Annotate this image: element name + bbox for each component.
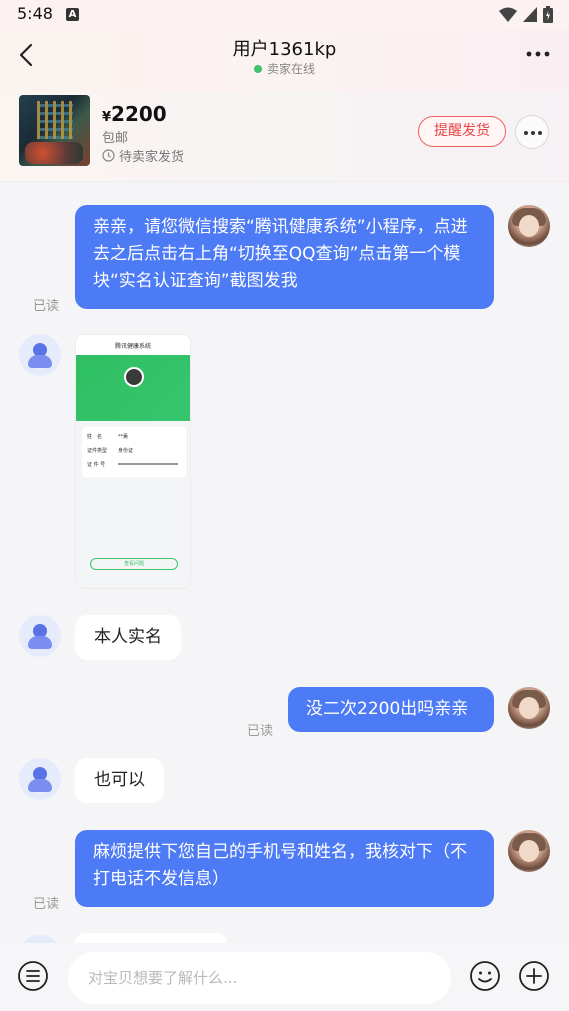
composer-bar <box>0 943 569 1011</box>
clock-icon <box>102 149 115 162</box>
read-receipt: 已读 <box>33 299 60 314</box>
menu-icon[interactable] <box>17 960 49 992</box>
message-input[interactable] <box>68 952 451 1004</box>
seller-avatar[interactable] <box>19 935 61 943</box>
message-bubble-incoming[interactable]: 也可以 <box>75 758 164 803</box>
more-options-icon[interactable] <box>525 44 551 64</box>
message-bubble-outgoing[interactable]: 麻烦提供下您自己的手机号和姓名，我核对下（不打电话不发信息） <box>75 830 494 907</box>
image-field-label: 姓 名 <box>87 434 103 440</box>
message-bubble-incoming[interactable] <box>75 933 227 943</box>
image-button: 查看问题 <box>90 558 178 570</box>
status-time: 5:48 <box>17 4 53 23</box>
message-list[interactable]: 亲亲，请您微信搜索“腾讯健康系统”小程序，点进去之后点击右上角“切换至QQ查询”… <box>0 183 569 943</box>
online-status: 卖家在线 <box>0 60 569 77</box>
message-bubble-outgoing[interactable]: 没二次2200出吗亲亲 <box>288 687 494 732</box>
seller-avatar[interactable] <box>19 615 61 657</box>
seller-avatar[interactable] <box>19 334 61 376</box>
read-receipt: 已读 <box>247 724 274 739</box>
my-avatar[interactable] <box>508 830 550 872</box>
read-receipt: 已读 <box>33 897 60 912</box>
message-bubble-outgoing[interactable]: 亲亲，请您微信搜索“腾讯健康系统”小程序，点进去之后点击右上角“切换至QQ查询”… <box>75 205 494 309</box>
order-status: 待卖家发货 <box>102 146 184 165</box>
image-field-label: 证 件 号 <box>87 462 106 468</box>
seller-avatar[interactable] <box>19 758 61 800</box>
my-avatar[interactable] <box>508 687 550 729</box>
online-status-label: 卖家在线 <box>266 62 315 76</box>
online-dot <box>253 64 262 73</box>
price-value: 2200 <box>111 102 167 126</box>
product-card[interactable]: ¥2200 包邮 待卖家发货 提醒发货 <box>0 92 569 182</box>
product-thumbnail[interactable] <box>19 95 90 166</box>
product-more-button[interactable] <box>515 115 549 149</box>
order-status-label: 待卖家发货 <box>119 150 185 165</box>
product-price: ¥2200 <box>102 102 167 126</box>
notification-badge: A <box>66 8 79 21</box>
currency-symbol: ¥ <box>102 110 112 125</box>
message-bubble-incoming[interactable]: 本人实名 <box>75 615 181 660</box>
shipping-label: 包邮 <box>102 131 129 146</box>
battery-icon <box>543 6 553 23</box>
image-title: 腾讯健康系统 <box>76 335 190 355</box>
plus-icon[interactable] <box>518 960 550 992</box>
wifi-icon <box>499 7 517 22</box>
page-title: 用户1361kp <box>232 39 337 60</box>
image-field-value: **薰 <box>118 434 129 440</box>
status-bar: 5:48 A <box>0 0 569 30</box>
image-field-value: 身份证 <box>118 448 134 454</box>
signal-icon <box>523 6 537 22</box>
emoji-icon[interactable] <box>469 960 501 992</box>
chat-header: 用户1361kp 卖家在线 <box>0 30 569 92</box>
remind-ship-button[interactable]: 提醒发货 <box>418 116 506 147</box>
message-image[interactable]: 腾讯健康系统 姓 名 **薰 证件类型 身份证 证 件 号 查看问题 <box>75 334 191 589</box>
image-field-label: 证件类型 <box>87 448 108 454</box>
my-avatar[interactable] <box>508 205 550 247</box>
more-horizontal-icon <box>524 131 542 135</box>
status-icons <box>499 6 553 23</box>
